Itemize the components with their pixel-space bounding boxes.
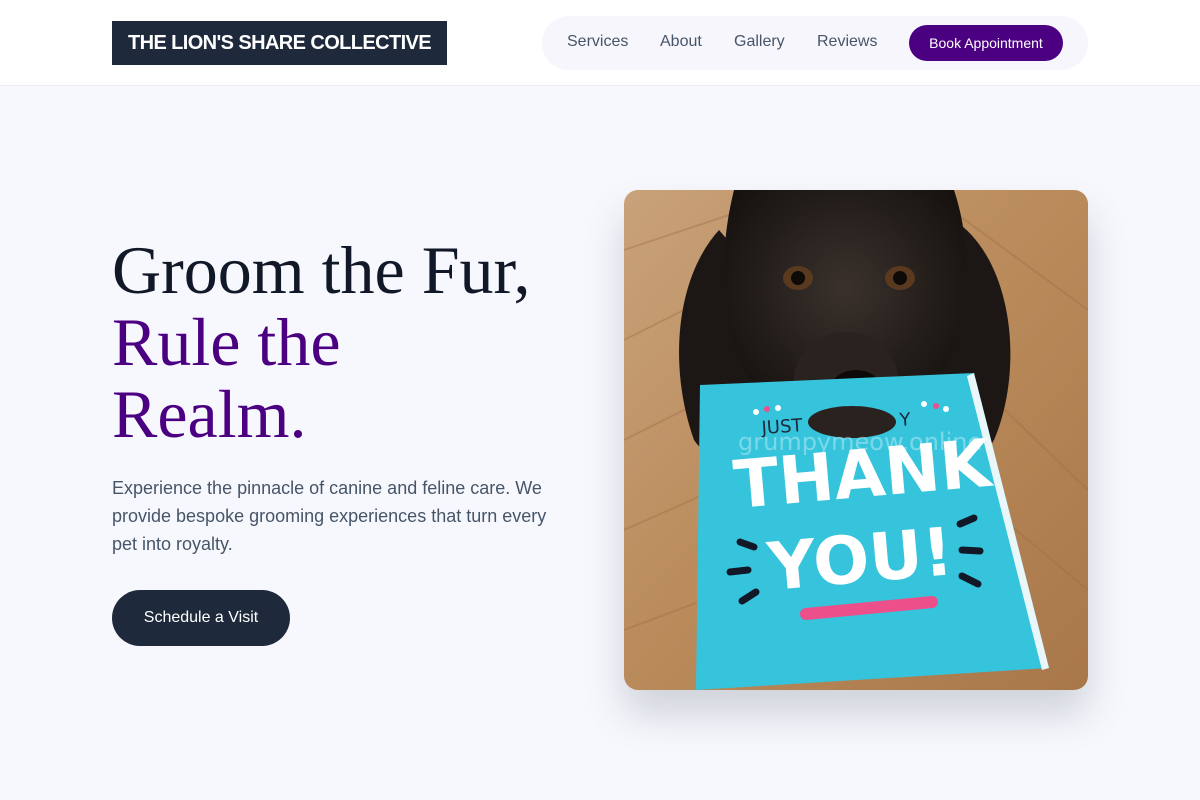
hero-title-line-1: Groom the Fur, <box>112 232 531 308</box>
hero-photo-dog-with-thank-you-card: JUST Y THANK YOU! grumpymeow.online <box>624 190 1088 690</box>
hero-title: Groom the Fur, Rule the Realm. <box>112 234 582 450</box>
site-header: THE LION'S SHARE COLLECTIVE Services Abo… <box>0 0 1200 86</box>
main-nav: Services About Gallery Reviews Book Appo… <box>542 16 1088 70</box>
schedule-visit-button[interactable]: Schedule a Visit <box>112 590 290 646</box>
nav-link-services[interactable]: Services <box>567 16 628 70</box>
brand-logo[interactable]: THE LION'S SHARE COLLECTIVE <box>112 21 448 65</box>
hero-description: Experience the pinnacle of canine and fe… <box>112 478 547 554</box>
image-watermark: grumpymeow.online <box>738 428 982 456</box>
hero-title-line-3: Realm. <box>112 376 307 452</box>
hero-title-line-2: Rule the <box>112 304 341 380</box>
nav-link-gallery[interactable]: Gallery <box>734 16 785 70</box>
dog-pupil-right <box>893 271 907 285</box>
dog-pupil-left <box>791 271 805 285</box>
nav-link-about[interactable]: About <box>660 16 702 70</box>
book-appointment-button[interactable]: Book Appointment <box>909 25 1063 61</box>
nav-link-reviews[interactable]: Reviews <box>817 16 877 70</box>
card-text-you: YOU! <box>764 513 956 606</box>
